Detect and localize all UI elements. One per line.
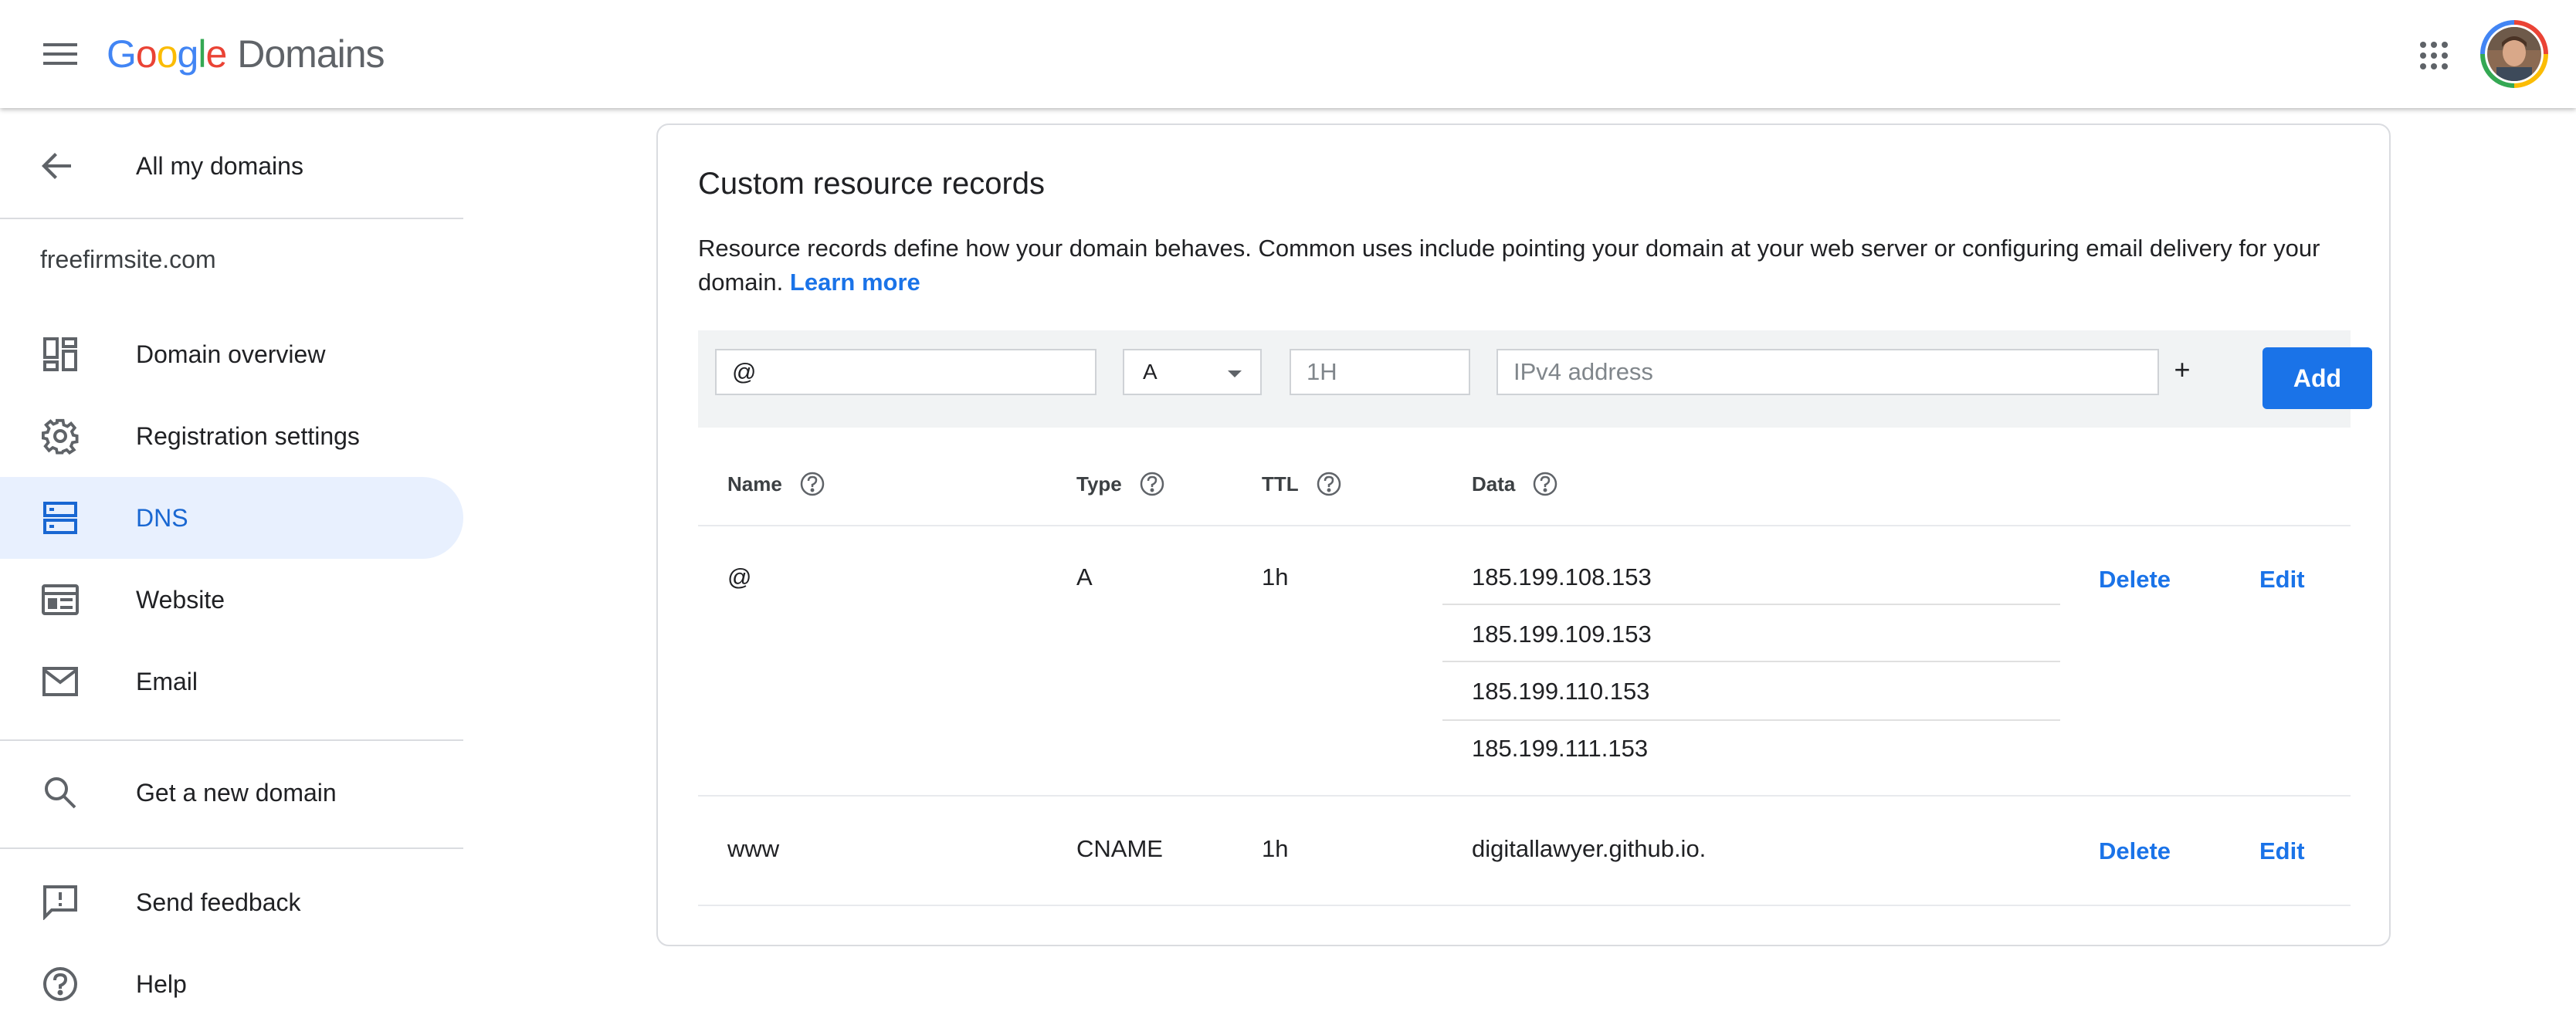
apps-grid-icon [2420,42,2448,69]
column-header-name: Name [727,471,825,497]
dns-icon [40,498,80,538]
product-name: Domains [237,32,385,76]
add-record-form: A + Add [698,330,2372,428]
all-domains-label: All my domains [136,151,303,180]
add-data-row-button[interactable]: + [2171,350,2194,389]
website-icon [40,580,80,620]
sidebar-item-domain-overview[interactable]: Domain overview [0,313,463,395]
dropdown-arrow-icon [1228,370,1242,377]
data-divider [1442,719,2060,721]
add-button[interactable]: Add [2262,347,2372,409]
record-type: CNAME [1076,835,1163,862]
sidebar-item-label: Domain overview [136,340,326,368]
account-avatar[interactable] [2480,20,2548,88]
record-ttl: 1h [1262,835,1289,862]
table-divider [698,525,2351,526]
sidebar-item-website[interactable]: Website [0,559,463,641]
sidebar-divider [0,218,463,219]
record-data-value: 185.199.111.153 [1472,735,1649,762]
data-divider [1442,604,2060,605]
help-icon[interactable] [1139,471,1165,497]
logo-letter: G [107,32,137,76]
table-divider [698,905,2351,906]
logo-letter: g [177,32,199,76]
column-header-data: Data [1472,471,1558,497]
column-header-type: Type [1076,471,1165,497]
help-icon[interactable] [799,471,825,497]
email-icon [40,661,80,702]
sidebar-item-label: Send feedback [136,888,301,916]
description-text: Resource records define how your domain … [698,235,2320,296]
delete-button[interactable]: Delete [2099,566,2171,594]
sidebar-divider [0,739,463,741]
dashboard-icon [40,334,80,374]
column-header-label: Type [1076,472,1122,496]
delete-button[interactable]: Delete [2099,837,2171,865]
search-icon [40,773,80,813]
card-description: Resource records define how your domain … [698,232,2351,299]
current-domain: freefirmsite.com [40,245,216,273]
app-header: Google Domains [0,0,2576,108]
sidebar-item-get-new-domain[interactable]: Get a new domain [0,752,463,834]
logo-letter: l [198,32,206,76]
sidebar-item-label: Help [136,969,187,998]
feedback-icon [40,882,80,922]
sidebar-item-label: Registration settings [136,421,360,450]
record-name: www [727,835,780,862]
edit-button[interactable]: Edit [2259,837,2305,865]
help-icon [40,964,80,1004]
all-domains-link[interactable]: All my domains [0,135,463,197]
logo-letter: e [205,32,227,76]
sidebar-item-dns[interactable]: DNS [0,477,463,559]
learn-more-link[interactable]: Learn more [790,269,920,296]
data-divider [1442,661,2060,662]
record-type-select[interactable]: A [1123,349,1262,395]
record-ttl: 1h [1262,563,1289,590]
record-name: @ [727,563,752,590]
record-type-value: A [1143,360,1158,384]
record-name-input[interactable] [715,349,1096,395]
record-type: A [1076,563,1093,590]
sidebar-item-send-feedback[interactable]: Send feedback [0,861,463,943]
logo-letter: o [156,32,178,76]
sidebar-item-help[interactable]: Help [0,943,463,1025]
custom-records-card: Custom resource records Resource records… [656,123,2391,946]
record-data-value: 185.199.110.153 [1472,678,1650,705]
hamburger-menu-icon [43,43,77,65]
column-header-label: Data [1472,472,1516,496]
record-data-value: 185.199.109.153 [1472,621,1652,648]
google-domains-logo[interactable]: Google Domains [107,29,385,79]
record-data-value: digitallawyer.github.io. [1472,835,1707,862]
arrow-back-icon [42,153,71,179]
card-title: Custom resource records [698,167,1046,201]
main-menu-button[interactable] [39,32,82,76]
help-icon[interactable] [1532,471,1558,497]
logo-letter: o [135,32,158,76]
ttl-input[interactable] [1290,349,1470,395]
table-divider [698,795,2351,797]
gear-icon [40,416,80,456]
sidebar-item-label: Email [136,667,198,695]
record-data-value: 185.199.108.153 [1472,563,1652,590]
avatar-photo [2487,27,2541,81]
sidebar-item-label: Website [136,585,225,614]
sidebar-item-label: Get a new domain [136,778,337,807]
sidebar-item-label: DNS [136,503,188,532]
sidebar-item-email[interactable]: Email [0,641,463,722]
column-header-label: TTL [1262,472,1299,496]
column-header-ttl: TTL [1262,471,1342,497]
edit-button[interactable]: Edit [2259,566,2305,594]
sidebar-item-registration-settings[interactable]: Registration settings [0,395,463,477]
column-header-label: Name [727,472,782,496]
sidebar-divider [0,847,463,849]
help-icon[interactable] [1316,471,1342,497]
google-apps-button[interactable] [2411,32,2457,79]
data-input[interactable] [1496,349,2159,395]
sidebar: All my domains freefirmsite.com Domain o… [0,108,463,1001]
avatar-frame [2485,25,2544,83]
